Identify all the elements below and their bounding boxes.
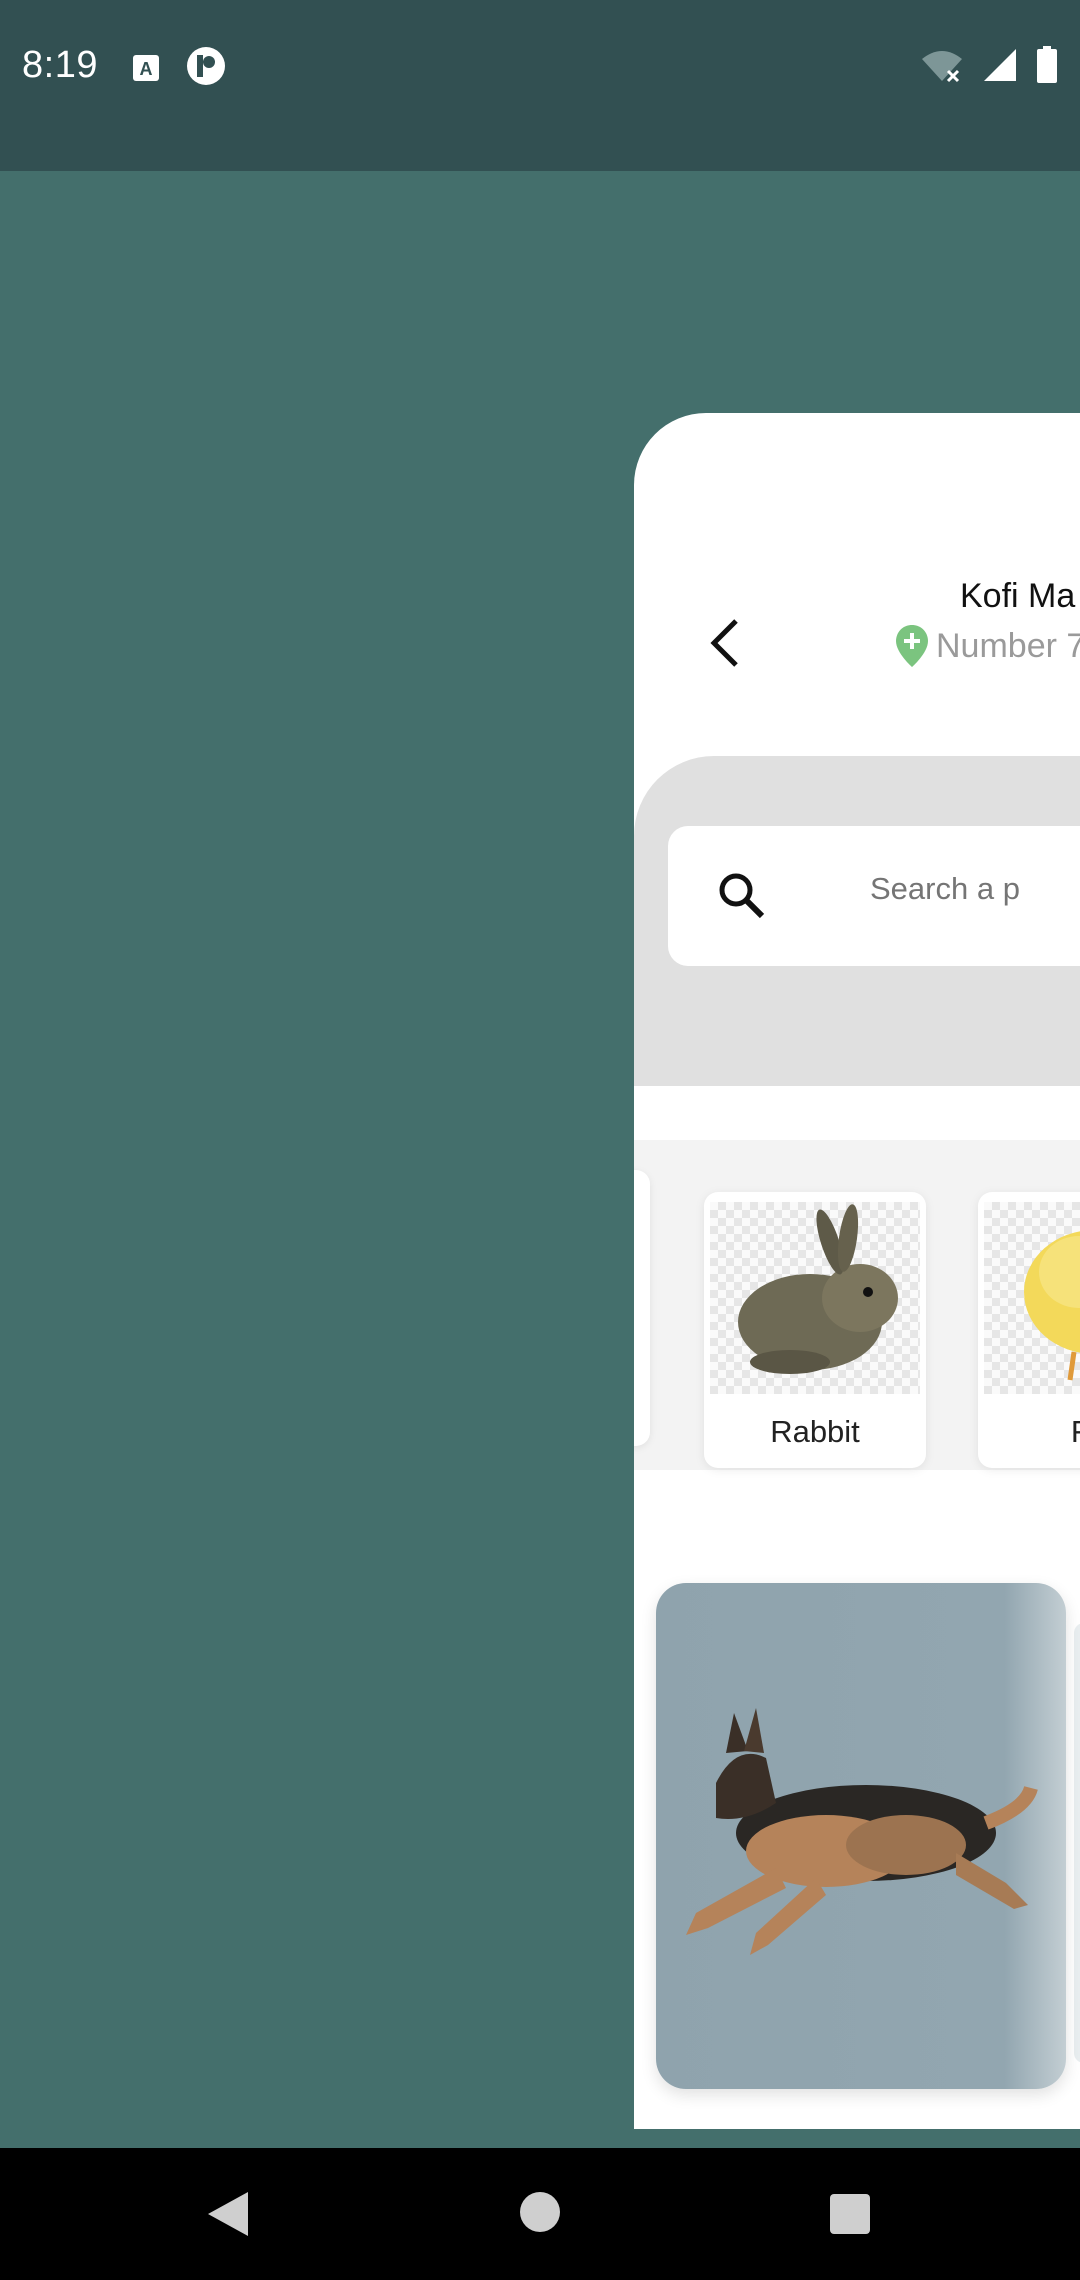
app-screen-card: Kofi Ma Number 7 Search a p Rabbit (634, 413, 1080, 2129)
nav-back-icon[interactable] (204, 2190, 250, 2238)
system-nav-bar (0, 2148, 1080, 2280)
rabbit-image (738, 1204, 898, 1374)
nav-recents-icon[interactable] (830, 2194, 870, 2234)
location[interactable]: Number 7 (894, 623, 1080, 669)
search-input[interactable] (868, 870, 1080, 908)
category-label: Rabbit (770, 1414, 860, 1449)
status-icons (920, 46, 1058, 84)
svg-text:A: A (140, 59, 153, 79)
p-app-icon (187, 47, 225, 85)
dog-image (686, 1708, 1038, 1955)
nav-home-icon[interactable] (520, 2192, 560, 2232)
location-text: Number 7 (936, 626, 1080, 665)
wifi-off-icon (922, 51, 962, 83)
search-icon (719, 873, 765, 919)
search-box[interactable] (668, 826, 1080, 966)
status-bar: 8:19 A (0, 0, 1080, 171)
category-image (710, 1202, 920, 1394)
back-arrow-icon[interactable] (696, 613, 756, 673)
text-a-icon: A (133, 55, 159, 81)
category-card-rabbit[interactable]: Rabbit (704, 1192, 926, 1468)
chick-image (1024, 1231, 1080, 1381)
category-card-partial[interactable] (634, 1170, 650, 1446)
user-name: Kofi Ma (960, 577, 1076, 615)
category-list: Rabbit Fo (634, 1140, 1080, 1470)
category-label: Fo (978, 1414, 1080, 1450)
location-pin-icon (896, 625, 928, 667)
listing-stub (1074, 1623, 1080, 2063)
status-time: 8:19 (22, 44, 98, 86)
category-image (984, 1202, 1080, 1394)
search-panel (634, 756, 1080, 1086)
featured-pet-card[interactable] (656, 1583, 1066, 2089)
signal-icon (984, 49, 1016, 81)
battery-icon (1037, 46, 1057, 83)
category-card-fowl[interactable]: Fo (978, 1192, 1080, 1468)
